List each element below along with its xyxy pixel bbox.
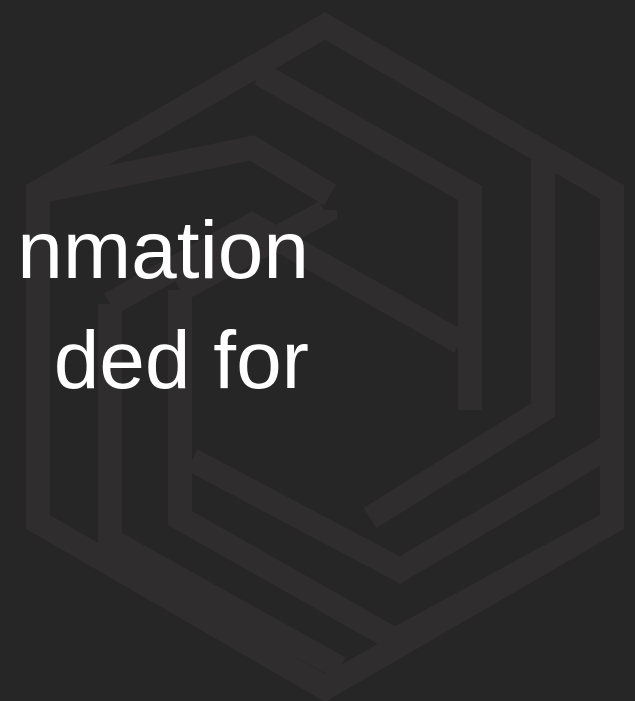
- headline-line-1: nmation: [17, 205, 309, 296]
- headline-text: nmation ded for: [17, 196, 309, 416]
- headline-line-2: ded for: [53, 315, 309, 406]
- slide-panel: nmation ded for: [0, 0, 635, 701]
